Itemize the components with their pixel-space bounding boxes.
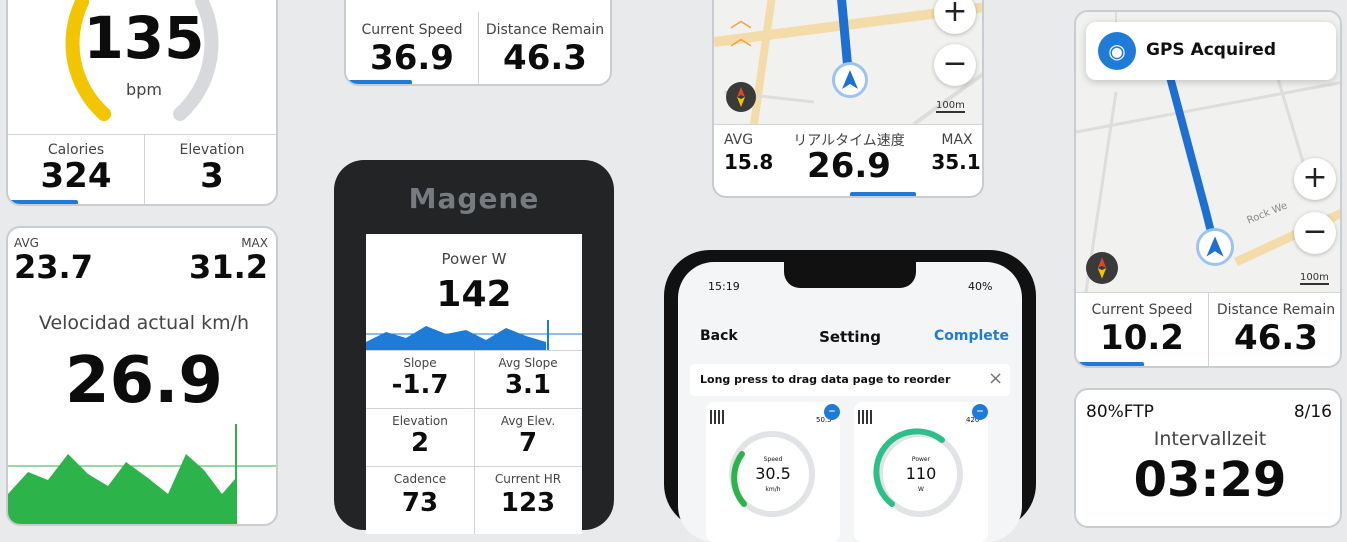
- interval-title: Intervallzeit: [1153, 428, 1267, 450]
- avg-elevation-label: Avg Elev.: [500, 414, 556, 428]
- current-hr-label: Current HR: [494, 472, 562, 486]
- page-progress-bar: [348, 80, 412, 84]
- widget-value: 110: [905, 464, 937, 483]
- close-icon[interactable]: ×: [988, 368, 1003, 389]
- max-value: 31.2: [189, 248, 268, 286]
- current-speed-value: 36.9: [370, 38, 454, 78]
- interval-time: 03:29: [1133, 452, 1287, 508]
- max-label: MAX: [941, 132, 973, 148]
- heart-rate-value: 135: [83, 4, 205, 72]
- elevation-value: 2: [410, 428, 430, 458]
- page-progress-bar: [1078, 362, 1144, 366]
- power-history-chart: [366, 320, 582, 350]
- ftp-label: 80%FTP: [1086, 402, 1154, 422]
- power-value: 142: [436, 274, 512, 315]
- divider: [366, 466, 582, 467]
- slope-label: Slope: [403, 356, 437, 370]
- interval-card: 80%FTP 8/16 Intervallzeit 03:29: [1074, 388, 1342, 528]
- gps-toast-text: GPS Acquired: [1146, 40, 1276, 60]
- widget-label: Power: [911, 456, 931, 463]
- remove-widget-button[interactable]: –: [972, 404, 988, 420]
- zoom-in-button[interactable]: +: [1294, 158, 1336, 200]
- avg-label: AVG: [724, 132, 754, 148]
- avg-slope-value: 3.1: [504, 370, 552, 400]
- gps-signal-icon: ◉: [1098, 32, 1136, 70]
- widget-value: 30.5: [755, 464, 791, 483]
- device-screen: Power W 142 Slope -1.7 Avg Slope 3.1 Ele…: [366, 234, 582, 534]
- zoom-out-button[interactable]: −: [934, 44, 976, 86]
- gps-map-card: Rock We + − 100m ◉ GPS Acquired Current …: [1074, 10, 1342, 368]
- avg-slope-label: Avg Slope: [498, 356, 558, 370]
- compass-icon: [726, 82, 756, 112]
- page-progress-bar: [850, 192, 916, 196]
- phone-notch: [784, 262, 916, 288]
- status-time: 15:19: [708, 280, 740, 293]
- avg-value: 15.8: [724, 150, 774, 174]
- complete-button[interactable]: Complete: [934, 328, 1009, 344]
- speed-distance-card: Current Speed 36.9 Distance Remain 46.3: [344, 0, 612, 86]
- distance-remain-value: 46.3: [1234, 318, 1318, 358]
- position-arrow-icon: [832, 62, 868, 98]
- cadence-value: 73: [401, 488, 439, 518]
- gps-toast: ◉ GPS Acquired: [1086, 22, 1336, 80]
- zoom-out-button[interactable]: −: [1294, 212, 1336, 254]
- qr-icon: [858, 410, 872, 424]
- widget-unit: W: [918, 486, 924, 493]
- velocity-card: AVG 23.7 MAX 31.2 Velocidad actual km/h …: [6, 226, 278, 526]
- map-scale: 100m: [1300, 272, 1329, 285]
- phone-device: 15:19 40% Back Setting Complete Long pre…: [664, 250, 1036, 542]
- heart-rate-unit: bpm: [126, 80, 162, 99]
- reorder-hint-text: Long press to drag data page to reorder: [700, 373, 951, 386]
- phone-screen: 15:19 40% Back Setting Complete Long pre…: [678, 262, 1022, 542]
- device-brand-logo: Magene: [408, 182, 540, 215]
- page-progress-bar: [10, 200, 78, 204]
- widget-unit: km/h: [765, 486, 781, 493]
- data-page-widget-speed[interactable]: 50.5 – Speed 30.5 km/h: [706, 402, 840, 542]
- compass-icon: [1086, 252, 1118, 284]
- calories-value: 324: [40, 156, 112, 196]
- distance-remain-label: Distance Remain: [485, 22, 605, 38]
- slope-value: -1.7: [391, 370, 449, 400]
- elevation-value: 3: [200, 156, 224, 196]
- interval-count: 8/16: [1293, 402, 1332, 422]
- max-value: 35.1: [931, 150, 981, 174]
- distance-remain-label: Distance Remain: [1216, 302, 1336, 318]
- avg-value: 23.7: [14, 248, 93, 286]
- map-scale: 100m: [936, 100, 965, 113]
- remove-widget-button[interactable]: –: [824, 404, 840, 420]
- widget-label: Speed: [763, 456, 783, 463]
- distance-remain-value: 46.3: [503, 38, 587, 78]
- avg-elevation-value: 7: [518, 428, 538, 458]
- map-speed-card: ︿ ︿ + − 100m AVG 15.8 リアルタイム速度 26.9 MAX 3…: [712, 0, 984, 198]
- qr-icon: [710, 410, 724, 424]
- data-page-widget-power[interactable]: 420 – Power 110 W: [854, 402, 988, 542]
- cadence-label: Cadence: [393, 472, 447, 486]
- elevation-label: Elevation: [392, 414, 448, 428]
- heart-rate-card: 135 bpm Calories 324 Elevation 3: [6, 0, 278, 206]
- divider: [1076, 292, 1340, 293]
- divider: [366, 408, 582, 409]
- velocity-value: 26.9: [65, 344, 223, 418]
- route-chevrons-icon: ︿ ︿: [730, 8, 753, 51]
- current-speed-label: Current Speed: [361, 22, 463, 38]
- status-battery: 40%: [968, 280, 993, 293]
- current-hr-value: 123: [500, 488, 556, 518]
- divider: [714, 124, 982, 125]
- position-arrow-icon: [1196, 228, 1234, 266]
- velocity-title: Velocidad actual km/h: [38, 312, 250, 334]
- divider: [8, 134, 276, 135]
- power-label: Power W: [441, 250, 507, 268]
- reorder-hint-bar: Long press to drag data page to reorder …: [690, 364, 1010, 396]
- current-speed-label: Current Speed: [1091, 302, 1193, 318]
- speed-history-chart: [8, 424, 276, 524]
- bike-computer-device: Magene Power W 142 Slope -1.7 Avg Slope …: [334, 160, 614, 534]
- realtime-speed-value: 26.9: [807, 146, 891, 186]
- current-speed-value: 10.2: [1100, 318, 1184, 358]
- map-area: ︿ ︿ + − 100m: [714, 0, 982, 124]
